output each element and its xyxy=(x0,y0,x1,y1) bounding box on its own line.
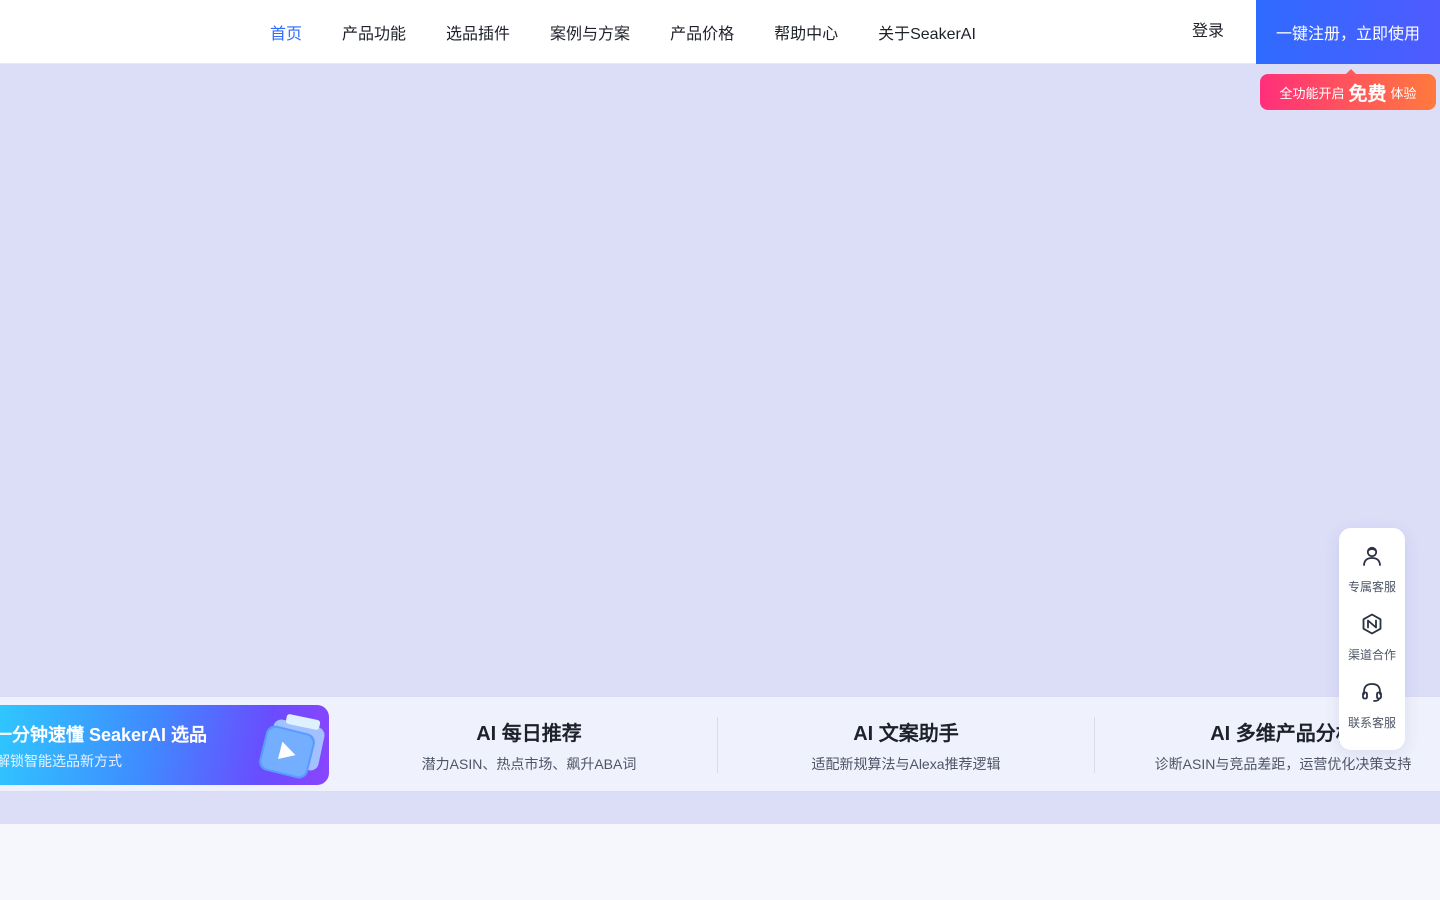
feature-subtitle: 潜力ASIN、热点市场、飙升ABA词 xyxy=(421,756,637,772)
customer-service-person-icon xyxy=(1363,546,1381,566)
nav-item-pricing[interactable]: 产品价格 xyxy=(670,20,734,44)
nav-item-help[interactable]: 帮助中心 xyxy=(774,20,838,44)
free-badge-highlight: 免费 xyxy=(1348,83,1387,105)
login-link[interactable]: 登录 xyxy=(1192,0,1224,64)
side-item-label: 渠道合作 xyxy=(1347,648,1396,662)
free-trial-badge[interactable]: 全功能开启 免费 体验 xyxy=(1260,69,1436,110)
video-card-subtitle: 解锁智能选品新方式 xyxy=(0,753,122,769)
main-nav: 首页 产品功能 选品插件 案例与方案 产品价格 帮助中心 关于SeakerAI xyxy=(270,0,1016,64)
feature-copywriting[interactable]: AI 文案助手 适配新规算法与Alexa推荐逻辑 xyxy=(718,697,1094,793)
floating-contact-panel: 专属客服 渠道合作 联系客服 xyxy=(1339,528,1405,750)
side-item-label: 专属客服 xyxy=(1347,580,1396,594)
nav-item-about[interactable]: 关于SeakerAI xyxy=(878,20,976,44)
nav-item-cases[interactable]: 案例与方案 xyxy=(550,20,630,44)
partnership-handshake-icon xyxy=(1362,613,1382,635)
side-item-partnership[interactable]: 渠道合作 xyxy=(1339,598,1405,662)
top-navbar: 首页 产品功能 选品插件 案例与方案 产品价格 帮助中心 关于SeakerAI … xyxy=(0,0,1440,64)
feature-bar: 一分钟速懂 SeakerAI 选品 解锁智能选品新方式 AI 每日推荐 潜力AS… xyxy=(0,696,1440,792)
intro-video-card[interactable]: 一分钟速懂 SeakerAI 选品 解锁智能选品新方式 xyxy=(0,705,329,785)
video-card-title: 一分钟速懂 SeakerAI 选品 xyxy=(0,725,208,745)
feature-daily-recommend[interactable]: AI 每日推荐 潜力ASIN、热点市场、飙升ABA词 xyxy=(340,697,718,793)
feature-title: AI 每日推荐 xyxy=(476,723,582,745)
feature-subtitle: 适配新规算法与Alexa推荐逻辑 xyxy=(811,756,1001,772)
register-button[interactable]: 一键注册，立即使用 xyxy=(1256,0,1440,64)
side-item-dedicated-service[interactable]: 专属客服 xyxy=(1339,530,1405,594)
feature-title: AI 文案助手 xyxy=(853,723,959,745)
free-badge-prefix: 全功能开启 xyxy=(1279,85,1345,101)
feature-subtitle: 诊断ASIN与竞品差距，运营优化决策支持 xyxy=(1154,756,1412,772)
side-item-contact-service[interactable]: 联系客服 xyxy=(1339,666,1405,730)
headset-icon xyxy=(1362,683,1382,702)
video-play-icon xyxy=(259,714,325,779)
free-badge-suffix: 体验 xyxy=(1390,85,1417,101)
nav-item-home[interactable]: 首页 xyxy=(270,20,302,44)
nav-item-features[interactable]: 产品功能 xyxy=(342,20,406,44)
side-item-label: 联系客服 xyxy=(1347,716,1396,730)
nav-item-plugin[interactable]: 选品插件 xyxy=(446,20,510,44)
